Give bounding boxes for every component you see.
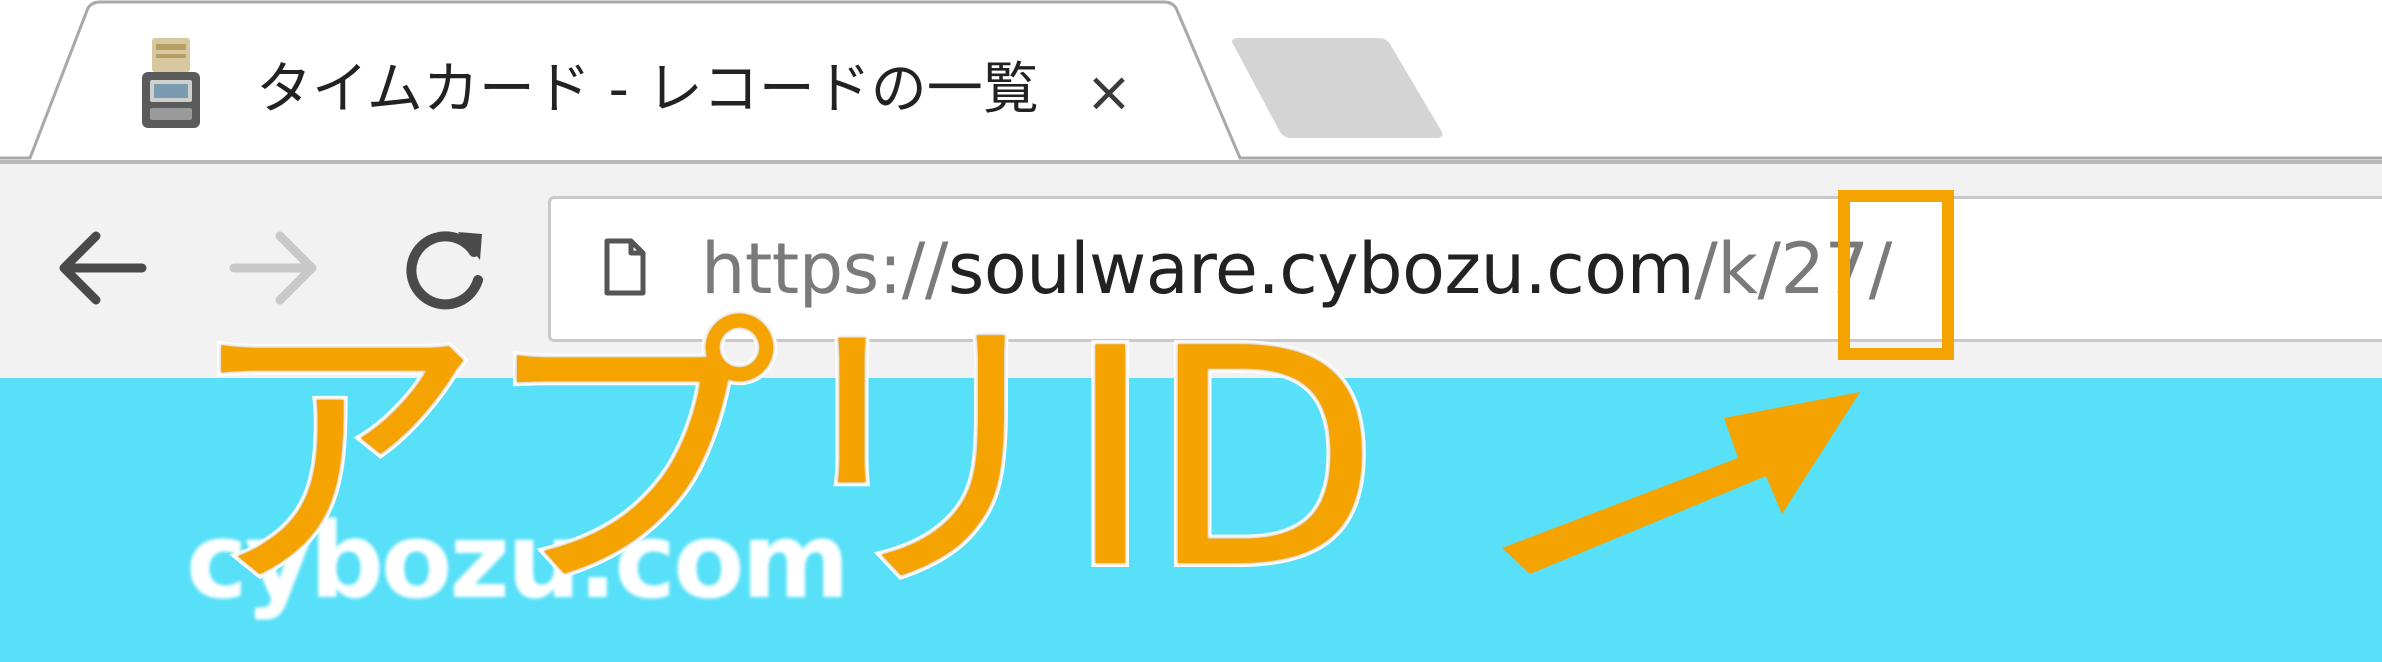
- url-scheme: https://: [701, 228, 948, 310]
- forward-arrow-icon[interactable]: [228, 228, 320, 312]
- url-app-id: 27: [1780, 228, 1870, 310]
- url-path-suffix: /: [1868, 228, 1893, 310]
- back-arrow-icon[interactable]: [56, 228, 148, 312]
- address-bar[interactable]: https://soulware.cybozu.com/k/27/: [548, 196, 2382, 342]
- url-host: soulware.cybozu.com: [947, 228, 1695, 310]
- new-tab-button[interactable]: [1228, 34, 1448, 142]
- page-header: cybozu.com: [0, 378, 2382, 662]
- timecard-icon: [140, 36, 202, 132]
- browser-toolbar: https://soulware.cybozu.com/k/27/: [0, 164, 2382, 378]
- tab-title[interactable]: タイムカード - レコードの一覧: [256, 50, 1039, 130]
- tab-strip: タイムカード - レコードの一覧 ×: [0, 0, 2382, 170]
- cybozu-logo[interactable]: cybozu.com: [186, 496, 850, 626]
- url-path-prefix: /k/: [1694, 228, 1781, 310]
- tab-close-button[interactable]: ×: [1078, 62, 1140, 124]
- url-text[interactable]: https://soulware.cybozu.com/k/27/: [701, 219, 1892, 319]
- browser-window: タイムカード - レコードの一覧 × https://soulware.cybo…: [0, 0, 2382, 662]
- page-icon[interactable]: [603, 237, 647, 301]
- reload-icon[interactable]: [400, 224, 490, 318]
